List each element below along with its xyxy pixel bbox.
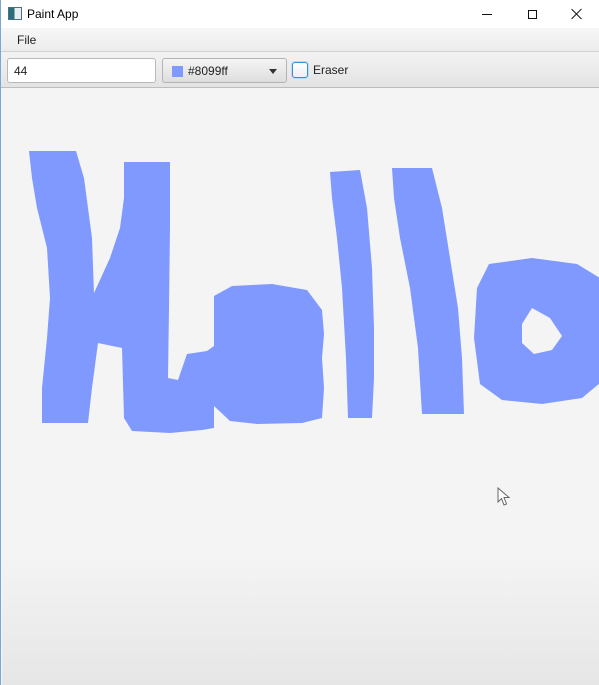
title-bar[interactable]: Paint App [1,0,599,28]
color-value: #8099ff [188,64,228,78]
stroke-l2 [392,168,464,414]
chevron-down-icon [269,69,277,74]
hello-strokes [29,151,599,433]
minimize-button[interactable] [464,0,510,28]
brush-size-input[interactable] [7,58,156,83]
stroke-h [29,151,214,433]
drawn-strokes [29,151,599,433]
color-picker[interactable]: #8099ff [162,58,287,83]
toolbar: #8099ff Eraser [1,52,599,88]
mouse-pointer-icon [497,487,511,506]
maximize-icon [527,9,537,19]
drawing-canvas[interactable] [2,88,599,685]
close-icon [571,8,583,20]
maximize-button[interactable] [509,0,555,28]
window-title: Paint App [27,7,79,21]
stroke-o [474,258,599,404]
stroke-l1 [330,170,374,418]
menu-file[interactable]: File [9,31,44,49]
paint-app-window: Paint App File #8099ff Eraser [0,0,599,685]
stroke-e [214,284,324,424]
color-swatch [172,66,183,77]
close-button[interactable] [554,0,599,28]
menu-bar: File [1,28,599,52]
eraser-label: Eraser [313,63,349,77]
app-icon [8,7,22,20]
minimize-icon [482,13,492,15]
eraser-checkbox[interactable] [292,62,308,78]
